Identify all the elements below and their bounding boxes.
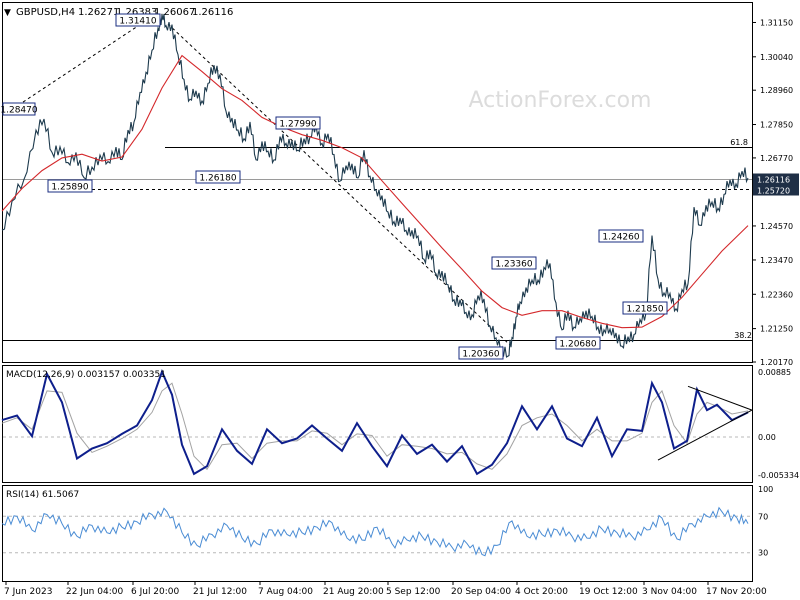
price-overlays: 61.8 38.2 — [3, 17, 752, 346]
price-annotation-label: 1.20360 — [462, 350, 499, 360]
macd-title: MACD(12,26,9) 0.003157 0.003351 — [6, 370, 166, 380]
price-y-tick-label: 1.28960 — [760, 86, 793, 95]
macd-series-group — [1, 368, 753, 476]
price-y-tick-label: 1.20170 — [760, 358, 793, 367]
macd-y-tick-label: 0.00885 — [758, 368, 791, 377]
last-price-label: 1.26116 — [757, 176, 790, 185]
price-y-tick-label: 1.31150 — [760, 18, 793, 27]
price-annotation-label: 1.26180 — [199, 174, 236, 184]
x-axis-tick-label: 21 Aug 20:00 — [323, 587, 384, 597]
price-y-axis: 1.311501.300401.289601.278501.267701.256… — [752, 18, 799, 367]
symbol-label: GBPUSD,H4 — [16, 7, 75, 18]
fib-618-label: 61.8 — [730, 138, 748, 147]
watermark: ActionForex.com — [469, 88, 652, 113]
price-y-tick-label: 1.27850 — [760, 121, 793, 130]
x-axis-tick-label: 21 Jul 12:00 — [193, 587, 247, 597]
macd-y-axis: 0.00885 0.00 -0.005334 — [758, 368, 799, 480]
x-axis-tick-label: 7 Jun 2023 — [4, 587, 52, 597]
x-axis-tick-label: 19 Oct 12:00 — [579, 587, 638, 597]
level-label: 1.25720 — [757, 187, 790, 196]
price-annotation-label: 1.25890 — [51, 183, 88, 193]
rsi-series-group — [1, 506, 752, 557]
x-axis-tick-label: 5 Sep 12:00 — [386, 587, 441, 597]
rsi-y-tick-label: 30 — [758, 549, 768, 558]
price-annotation-label: 1.21850 — [626, 305, 663, 315]
rsi-y-tick-label: 70 — [758, 512, 768, 521]
price-y-tick-label: 1.21250 — [760, 325, 793, 334]
close-value: 1.26116 — [192, 7, 233, 18]
price-y-tick-label: 1.24570 — [760, 222, 793, 231]
x-axis-tick-label: 17 Nov 20:00 — [706, 587, 767, 597]
trendline-down-dashed — [167, 23, 511, 346]
macd-y-tick-label: 0.00 — [758, 433, 776, 442]
price-annotation-label: 1.28470 — [0, 106, 37, 116]
x-axis-tick-label: 7 Aug 04:00 — [258, 587, 313, 597]
rsi-y-tick-label: 100 — [758, 485, 773, 494]
chart-canvas: ActionForex.com ▼ GBPUSD,H4 1.26271 1.26… — [0, 2, 799, 597]
macd-main-line — [1, 368, 749, 476]
chart-window: ActionForex.com ▼ GBPUSD,H4 1.26271 1.26… — [0, 0, 800, 600]
macd-triangle-lower-line — [657, 409, 753, 461]
x-axis-tick-label: 22 Jun 04:00 — [66, 587, 123, 597]
open-value: 1.26271 — [78, 7, 119, 18]
fib-382-label: 38.2 — [734, 331, 752, 340]
price-y-tick-label: 1.23470 — [760, 256, 793, 265]
rsi-title: RSI(14) 61.5067 — [6, 490, 79, 500]
macd-panel-border — [2, 365, 753, 483]
price-annotation-label: 1.31410 — [119, 17, 156, 27]
x-axis-tick-label: 20 Sep 04:00 — [451, 587, 511, 597]
rsi-line — [1, 506, 749, 557]
price-y-tick-label: 1.26770 — [760, 154, 793, 163]
price-y-tick-label: 1.22360 — [760, 290, 793, 299]
price-annotation-label: 1.23360 — [495, 260, 532, 270]
rsi-y-axis: 100 70 30 — [758, 485, 773, 558]
trendline-up-dashed — [7, 17, 151, 113]
price-annotation-label: 1.20680 — [559, 340, 596, 350]
x-axis-tick-label: 4 Oct 20:00 — [515, 587, 568, 597]
price-annotation-label: 1.24260 — [602, 233, 639, 243]
price-annotations: 1.31410 1.28470 1.25890 1.26180 1.27990 1.233… — [0, 13, 668, 360]
price-annotation-label: 1.27990 — [279, 120, 316, 130]
price-y-tick-label: 1.30040 — [760, 53, 793, 62]
symbol-triangle-icon: ▼ — [4, 8, 11, 18]
macd-signal-line — [1, 382, 749, 471]
macd-y-tick-label: -0.005334 — [758, 471, 799, 480]
x-axis-tick-label: 3 Nov 04:00 — [642, 587, 697, 597]
x-axis-tick-label: 6 Jul 20:00 — [131, 587, 180, 597]
x-axis: 7 Jun 2023 22 Jun 04:00 6 Jul 20:00 21 Jul … — [4, 581, 767, 597]
